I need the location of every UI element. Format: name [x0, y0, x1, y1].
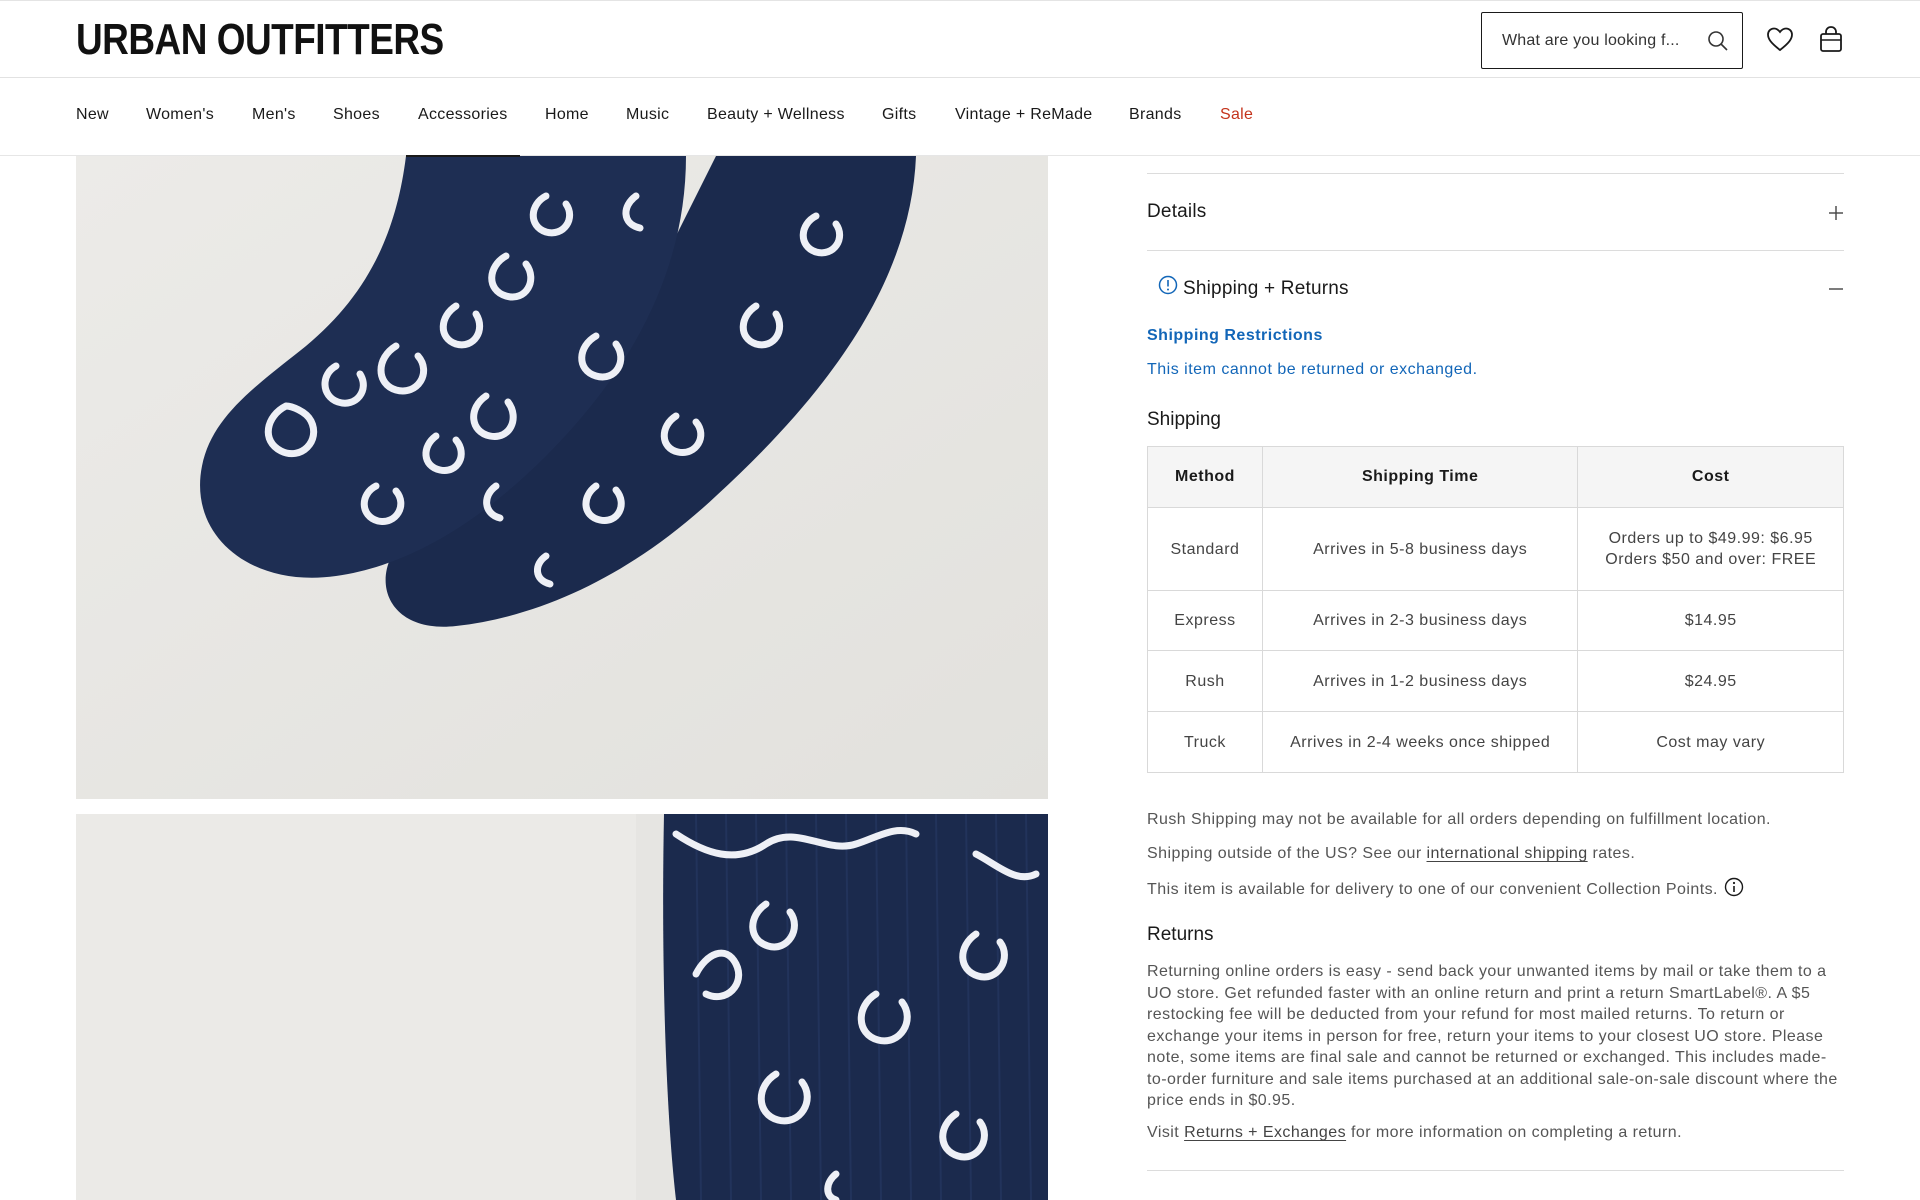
- nav-item-sale[interactable]: Sale: [1220, 78, 1253, 156]
- search-box[interactable]: What are you looking f...: [1481, 12, 1743, 69]
- main-nav: New Women's Men's Shoes Accessories Home…: [0, 78, 1920, 157]
- table-cell: Truck: [1147, 711, 1263, 773]
- alert-circle-icon: [1158, 275, 1178, 295]
- table-cell: Arrives in 2-4 weeks once shipped: [1261, 711, 1579, 773]
- table-cell: $24.95: [1577, 650, 1844, 712]
- brand-logo[interactable]: URBAN OUTFITTERS: [76, 14, 444, 66]
- site-header: URBAN OUTFITTERS What are you looking f.…: [0, 0, 1920, 78]
- table-cell: Rush: [1147, 650, 1263, 712]
- shipping-table: Method Shipping Time Cost Standard Arriv…: [1147, 446, 1844, 773]
- shopping-bag-icon[interactable]: [1813, 21, 1849, 57]
- search-icon[interactable]: [1694, 13, 1742, 68]
- info-icon[interactable]: [1724, 877, 1744, 904]
- international-shipping-note: Shipping outside of the US? See our inte…: [1147, 843, 1844, 865]
- divider: [1147, 250, 1844, 251]
- table-cell: Arrives in 5-8 business days: [1261, 507, 1579, 591]
- table-cell: $14.95: [1577, 590, 1844, 651]
- product-image-2[interactable]: [76, 814, 1048, 1200]
- minus-icon[interactable]: [1828, 281, 1844, 297]
- plus-icon[interactable]: [1828, 205, 1844, 221]
- table-row: Truck Arrives in 2-4 weeks once shipped …: [1147, 711, 1844, 773]
- shipping-returns-accordion-title[interactable]: Shipping + Returns: [1183, 278, 1349, 300]
- product-image-1[interactable]: [76, 156, 1048, 799]
- nav-item-shoes[interactable]: Shoes: [333, 78, 380, 156]
- nav-item-home[interactable]: Home: [545, 78, 589, 156]
- cost-line: Orders up to $49.99: $6.95: [1608, 530, 1813, 547]
- nav-item-vintage-remade[interactable]: Vintage + ReMade: [955, 78, 1093, 156]
- nav-item-mens[interactable]: Men's: [252, 78, 296, 156]
- nav-item-womens[interactable]: Women's: [146, 78, 214, 156]
- nav-item-music[interactable]: Music: [626, 78, 669, 156]
- visit-text: for more information on completing a ret…: [1346, 1124, 1683, 1141]
- collection-text: This item is available for delivery to o…: [1147, 881, 1718, 898]
- intl-text: rates.: [1587, 845, 1636, 862]
- table-cell: Orders up to $49.99: $6.95 Orders $50 an…: [1577, 507, 1844, 591]
- collection-points-note: This item is available for delivery to o…: [1147, 877, 1844, 904]
- intl-text: Shipping outside of the US? See our: [1147, 845, 1427, 862]
- table-header: Shipping Time: [1261, 446, 1579, 508]
- nav-item-new[interactable]: New: [76, 78, 109, 156]
- returns-heading: Returns: [1147, 924, 1214, 945]
- shipping-heading: Shipping: [1147, 409, 1221, 430]
- table-row: Rush Arrives in 1-2 business days $24.95: [1147, 650, 1844, 712]
- heart-icon[interactable]: [1762, 21, 1798, 57]
- table-cell: Cost may vary: [1577, 711, 1844, 773]
- nav-item-gifts[interactable]: Gifts: [882, 78, 916, 156]
- search-input[interactable]: What are you looking f...: [1502, 32, 1694, 50]
- visit-text: Visit: [1147, 1124, 1185, 1141]
- table-row: Express Arrives in 2-3 business days $14…: [1147, 590, 1844, 651]
- international-shipping-link[interactable]: international shipping: [1427, 845, 1588, 862]
- table-header: Cost: [1577, 446, 1844, 508]
- table-cell: Standard: [1147, 507, 1263, 591]
- table-cell: Arrives in 1-2 business days: [1261, 650, 1579, 712]
- rush-shipping-note: Rush Shipping may not be available for a…: [1147, 811, 1771, 828]
- table-row: Standard Arrives in 5-8 business days Or…: [1147, 507, 1844, 591]
- shipping-restrictions-text: This item cannot be returned or exchange…: [1147, 361, 1478, 378]
- returns-text: Returning online orders is easy - send b…: [1147, 963, 1838, 1109]
- nav-item-brands[interactable]: Brands: [1129, 78, 1182, 156]
- table-header: Method: [1147, 446, 1263, 508]
- nav-item-accessories[interactable]: Accessories: [406, 78, 520, 157]
- details-accordion-title[interactable]: Details: [1147, 201, 1206, 223]
- divider: [1147, 173, 1844, 174]
- nav-item-beauty-wellness[interactable]: Beauty + Wellness: [707, 78, 845, 156]
- divider: [1147, 1170, 1844, 1171]
- table-cell: Arrives in 2-3 business days: [1261, 590, 1579, 651]
- table-cell: Express: [1147, 590, 1263, 651]
- returns-exchanges-note: Visit Returns + Exchanges for more infor…: [1147, 1122, 1844, 1144]
- returns-exchanges-link[interactable]: Returns + Exchanges: [1184, 1124, 1346, 1141]
- shipping-restrictions-heading: Shipping Restrictions: [1147, 327, 1323, 344]
- cost-line: Orders $50 and over: FREE: [1605, 551, 1817, 568]
